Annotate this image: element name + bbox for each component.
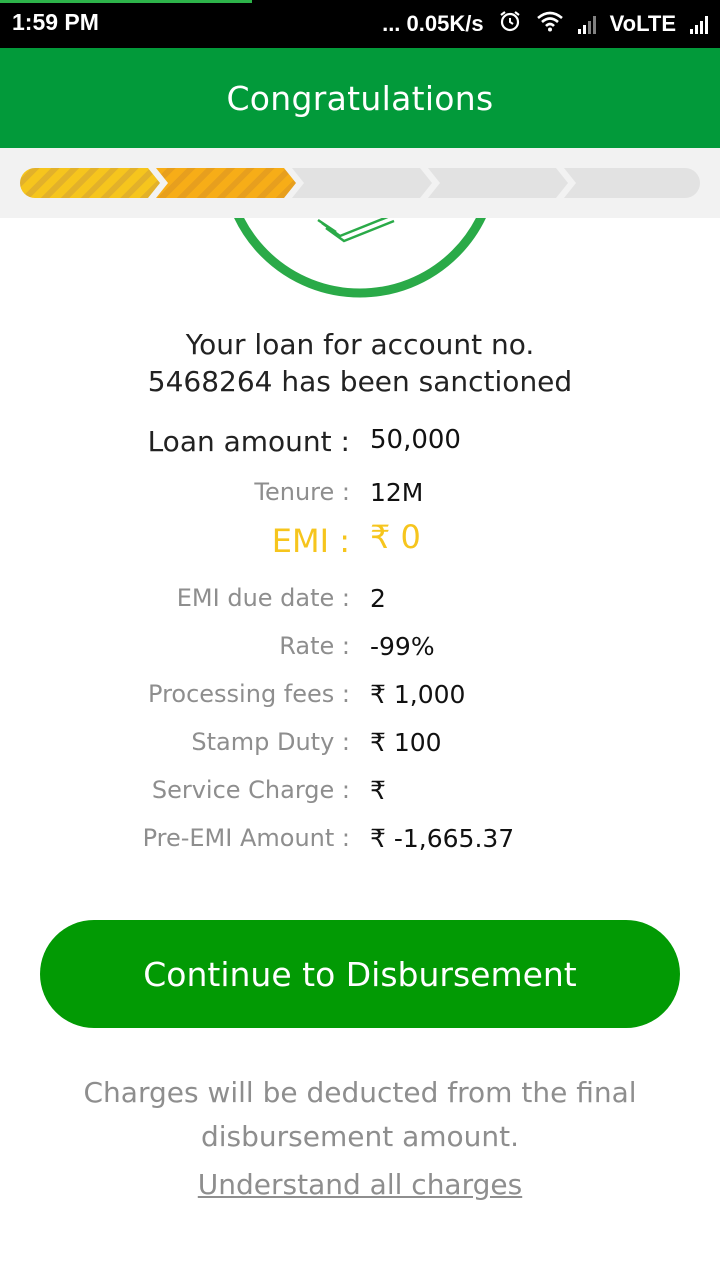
detail-label: Loan amount : [147,425,350,458]
progress-step-2 [156,168,296,198]
detail-value: ₹ 0 [370,518,421,556]
sanction-message: Your loan for account no. 5468264 has be… [0,326,720,400]
alarm-icon [498,9,522,39]
detail-loan-amount: Loan amount : 50,000 [0,420,720,468]
checkmark-circle-icon [234,218,486,298]
progress-step-1 [20,168,160,198]
detail-label: EMI due date : [176,584,350,612]
detail-pre-emi-amount: Pre-EMI Amount : ₹ -1,665.37 [0,816,720,864]
detail-value: -99% [370,632,435,661]
continue-to-disbursement-button[interactable]: Continue to Disbursement [40,920,680,1028]
charges-note: Charges will be deducted from the final … [60,1071,660,1159]
message-line-1: Your loan for account no. [185,328,535,361]
detail-label: EMI : [271,522,350,560]
signal-icon [577,14,596,34]
detail-value: ₹ -1,665.37 [370,824,515,853]
page-load-indicator [0,0,252,3]
detail-service-charge: Service Charge : ₹ [0,768,720,816]
detail-stamp-duty: Stamp Duty : ₹ 100 [0,720,720,768]
detail-value: 12M [370,478,424,507]
note-line-2: disbursement amount. [200,1120,520,1153]
progress-step-4 [428,168,568,198]
detail-label: Pre-EMI Amount : [142,824,350,852]
progress-step-5 [564,168,700,198]
detail-value: 50,000 [370,425,461,455]
detail-rate: Rate : -99% [0,624,720,672]
detail-value: 2 [370,584,386,613]
signal-icon [690,14,708,34]
detail-value: ₹ 100 [370,728,442,757]
status-time: 1:59 PM [12,9,99,35]
page-title: Congratulations [226,78,494,118]
step-progress [0,148,720,218]
note-line-1: Charges will be deducted from the final [83,1076,637,1109]
wifi-icon [536,10,564,38]
detail-label: Rate : [279,632,350,660]
network-speed: ... 0.05K/s [382,11,484,36]
detail-tenure: Tenure : 12M [0,470,720,518]
message-line-2: 5468264 has been sanctioned [147,365,573,398]
status-bar: 1:59 PM ... 0.05K/s VoLTE [0,0,720,48]
detail-emi-due-date: EMI due date : 2 [0,576,720,624]
detail-label: Stamp Duty : [191,728,350,756]
detail-processing-fees: Processing fees : ₹ 1,000 [0,672,720,720]
success-graphic [0,218,720,308]
status-icons: ... 0.05K/s VoLTE [382,9,708,39]
app-bar: Congratulations [0,48,720,148]
progress-step-3 [292,168,432,198]
detail-label: Processing fees : [148,680,350,708]
understand-charges-link[interactable]: Understand all charges [198,1168,522,1201]
detail-value: ₹ [370,776,386,805]
detail-label: Service Charge : [151,776,350,804]
detail-value: ₹ 1,000 [370,680,466,709]
detail-emi: EMI : ₹ 0 [0,518,720,566]
detail-label: Tenure : [254,478,350,506]
network-type: VoLTE [609,11,676,36]
link-container: Understand all charges [0,1168,720,1201]
